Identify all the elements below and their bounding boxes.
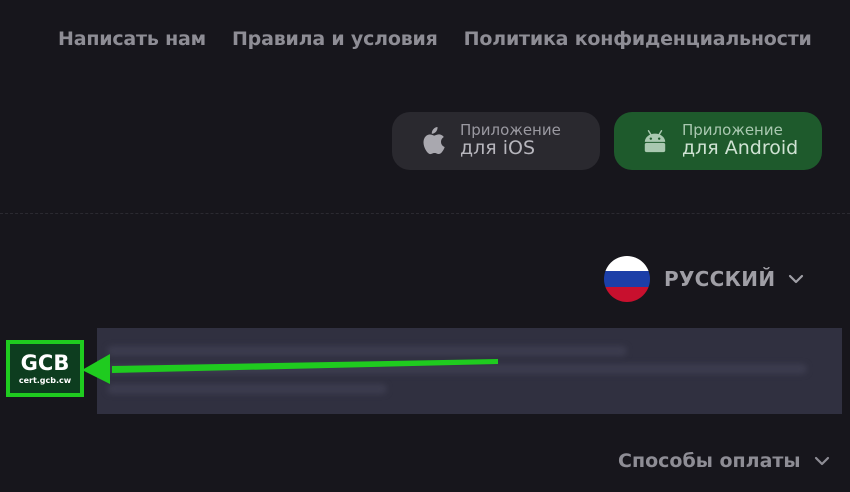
android-icon — [642, 126, 668, 156]
android-app-button[interactable]: Приложение для Android — [614, 112, 822, 170]
divider — [0, 213, 850, 214]
chevron-down-icon — [813, 452, 831, 470]
ios-app-line2: для iOS — [460, 136, 536, 159]
gcb-badge-subtitle: cert.gcb.cw — [18, 375, 72, 385]
contact-us-link[interactable]: Написать нам — [58, 28, 206, 50]
russia-flag-icon — [604, 256, 650, 302]
payment-methods-label: Способы оплаты — [618, 450, 801, 472]
terms-link[interactable]: Правила и условия — [232, 28, 438, 50]
language-selector[interactable]: РУССКИЙ — [604, 256, 805, 302]
ios-app-button[interactable]: Приложение для iOS — [392, 112, 600, 170]
footer-links: Написать нам Правила и условия Политика … — [58, 28, 850, 50]
apple-icon — [420, 126, 446, 156]
privacy-policy-link[interactable]: Политика конфиденциальности — [464, 28, 812, 50]
gcb-badge-title: GCB — [20, 350, 70, 375]
language-label: РУССКИЙ — [664, 267, 776, 291]
green-arrow-icon — [82, 354, 498, 384]
android-app-label: Приложение для Android — [682, 122, 799, 159]
payment-methods-toggle[interactable]: Способы оплаты — [618, 450, 831, 472]
gcb-license-badge[interactable]: GCB cert.gcb.cw — [6, 340, 84, 397]
chevron-down-icon — [787, 270, 805, 288]
android-app-line2: для Android — [682, 136, 799, 159]
app-buttons: Приложение для iOS Приложение для Androi… — [392, 112, 822, 170]
ios-app-label: Приложение для iOS — [460, 122, 561, 159]
